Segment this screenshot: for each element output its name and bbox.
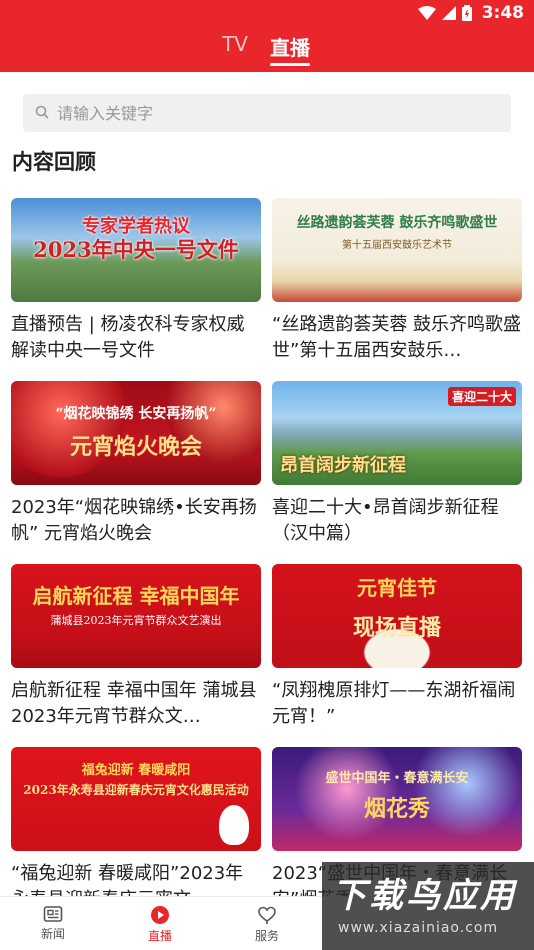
thumbnail-caption: 烟花秀 — [363, 796, 430, 822]
nav-item-news[interactable]: 新闻 — [23, 905, 83, 942]
search-icon — [35, 104, 49, 123]
app-root: 3:48 TV 直播 内容回顾 专家学者热议 2023年中央一号文件 直播预告 … — [0, 0, 534, 950]
card-thumbnail: 福兔迎新 春暖咸阳 2023年永寿县迎新春庆元宵文化惠民活动 — [11, 747, 261, 851]
card-title: “丝路遗韵荟芙蓉 鼓乐齐鸣歌盛世”第十五届西安鼓乐… — [272, 314, 522, 361]
thumbnail-caption: 蒲城县2023年元宵节群众文艺演出 — [50, 614, 222, 627]
thumbnail-caption: 福兔迎新 春暖咸阳 — [81, 763, 191, 778]
thumbnail-caption: 元宵佳节 — [357, 576, 437, 600]
card-thumbnail: 元宵佳节 现场直播 — [272, 564, 522, 668]
nav-label: 新闻 — [40, 927, 65, 941]
section-title: 内容回顾 — [12, 150, 96, 174]
card-thumbnail: 启航新征程 幸福中国年 蒲城县2023年元宵节群众文艺演出 — [11, 564, 261, 668]
card-thumbnail: 专家学者热议 2023年中央一号文件 — [11, 198, 261, 302]
rabbit-icon — [219, 805, 249, 845]
battery-icon — [461, 5, 472, 21]
thumbnail-caption: 喜迎二十大 — [447, 387, 516, 406]
thumbnail-caption: 第十五届西安鼓乐艺术节 — [342, 240, 452, 251]
content-card[interactable]: 福兔迎新 春暖咸阳 2023年永寿县迎新春庆元宵文化惠民活动 “福兔迎新 春暖咸… — [11, 747, 261, 913]
card-title: “凤翔槐原排灯——东湖祈福闹元宵！” — [272, 680, 516, 727]
service-icon — [237, 905, 297, 925]
card-title: 喜迎二十大•昂首阔步新征程（汉中篇） — [272, 497, 499, 544]
thumbnail-caption: 2023年永寿县迎新春庆元宵文化惠民活动 — [23, 783, 249, 797]
content-card[interactable]: 启航新征程 幸福中国年 蒲城县2023年元宵节群众文艺演出 启航新征程 幸福中国… — [11, 564, 261, 730]
play-circle-icon — [130, 905, 190, 925]
card-title: 启航新征程 幸福中国年 蒲城县2023年元宵节群众文… — [11, 680, 257, 727]
content-card[interactable]: 专家学者热议 2023年中央一号文件 直播预告 | 杨凌农科专家权威解读中央一号… — [11, 198, 261, 364]
nav-item-live[interactable]: 直播 — [130, 905, 190, 944]
thumbnail-caption: 昂首阔步新征程 — [280, 455, 406, 476]
wifi-icon — [417, 6, 436, 20]
nav-item-service[interactable]: 服务 — [237, 905, 297, 944]
nav-label: 服务 — [254, 929, 279, 943]
watermark-text: 下载鸟应用 — [332, 876, 517, 916]
search-input[interactable] — [57, 103, 477, 123]
content-card[interactable]: 丝路遗韵荟芙蓉 鼓乐齐鸣歌盛世 第十五届西安鼓乐艺术节 “丝路遗韵荟芙蓉 鼓乐齐… — [272, 198, 522, 364]
thumbnail-caption: 丝路遗韵荟芙蓉 鼓乐齐鸣歌盛世 — [296, 215, 498, 231]
thumbnail-caption: 元宵焰火晚会 — [69, 434, 202, 460]
content-card[interactable]: 喜迎二十大 昂首阔步新征程 喜迎二十大•昂首阔步新征程（汉中篇） — [272, 381, 522, 547]
content-card[interactable]: 元宵佳节 现场直播 “凤翔槐原排灯——东湖祈福闹元宵！” — [272, 564, 522, 730]
card-title: 2023年“烟花映锦绣•长安再扬帆” 元宵焰火晚会 — [11, 497, 257, 544]
status-time: 3:48 — [481, 3, 524, 23]
thumbnail-caption: 现场直播 — [352, 615, 441, 641]
card-thumbnail: 盛世中国年・春意满长安 烟花秀 — [272, 747, 522, 851]
watermark-url: www.xiazainiao.com — [338, 920, 499, 936]
thumbnail-caption: 2023年中央一号文件 — [33, 237, 239, 262]
status-bar: 3:48 — [0, 0, 534, 28]
active-tab-indicator — [270, 63, 310, 66]
tab-tv[interactable]: TV — [222, 32, 248, 56]
tab-live[interactable]: 直播 — [270, 32, 310, 61]
site-watermark: 下载鸟应用 www.xiazainiao.com — [322, 862, 534, 950]
card-title: 直播预告 | 杨凌农科专家权威解读中央一号文件 — [11, 314, 245, 361]
signal-icon — [441, 6, 456, 20]
card-thumbnail: “烟花映锦绣 长安再扬帆” 元宵焰火晚会 — [11, 381, 261, 485]
nav-label: 直播 — [147, 929, 172, 943]
content-card[interactable]: “烟花映锦绣 长安再扬帆” 元宵焰火晚会 2023年“烟花映锦绣•长安再扬帆” … — [11, 381, 261, 547]
search-bar[interactable] — [23, 94, 511, 132]
top-tabs: TV 直播 — [0, 32, 534, 66]
card-thumbnail: 丝路遗韵荟芙蓉 鼓乐齐鸣歌盛世 第十五届西安鼓乐艺术节 — [272, 198, 522, 302]
card-thumbnail: 喜迎二十大 昂首阔步新征程 — [272, 381, 522, 485]
thumbnail-caption: 启航新征程 幸福中国年 — [32, 584, 240, 608]
newspaper-icon — [23, 905, 83, 923]
top-bar: 3:48 TV 直播 — [0, 0, 534, 72]
thumbnail-caption: “烟花映锦绣 长安再扬帆” — [55, 406, 217, 422]
status-icons: 3:48 — [417, 3, 524, 23]
thumbnail-caption: 盛世中国年・春意满长安 — [325, 771, 469, 786]
